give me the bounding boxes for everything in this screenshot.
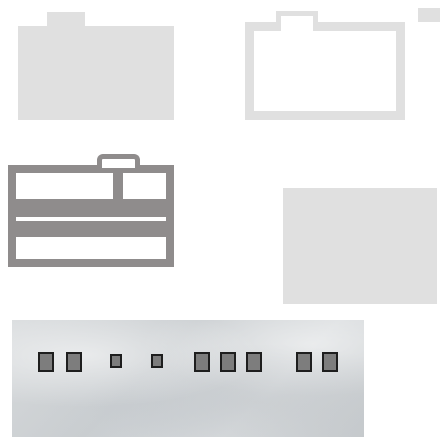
strip-block xyxy=(220,352,236,372)
strip-block xyxy=(322,352,338,372)
strip-block xyxy=(66,352,82,372)
strip-block xyxy=(296,352,312,372)
strip-block xyxy=(194,352,210,372)
folder-open-bar-bottom xyxy=(16,221,166,237)
textured-strip xyxy=(12,320,364,437)
folder-outline-icon xyxy=(245,22,405,120)
strip-block-small xyxy=(110,354,122,368)
folder-outline-tab-join xyxy=(281,22,313,31)
strip-block xyxy=(38,352,54,372)
folder-open-icon-tab xyxy=(97,154,140,168)
corner-square xyxy=(418,8,440,22)
folder-open-notch xyxy=(113,173,123,199)
plain-square xyxy=(283,188,437,304)
folder-solid-icon xyxy=(18,26,174,120)
folder-open-bar-top xyxy=(16,199,166,217)
strip-block xyxy=(246,352,262,372)
strip-block-small xyxy=(151,354,163,368)
